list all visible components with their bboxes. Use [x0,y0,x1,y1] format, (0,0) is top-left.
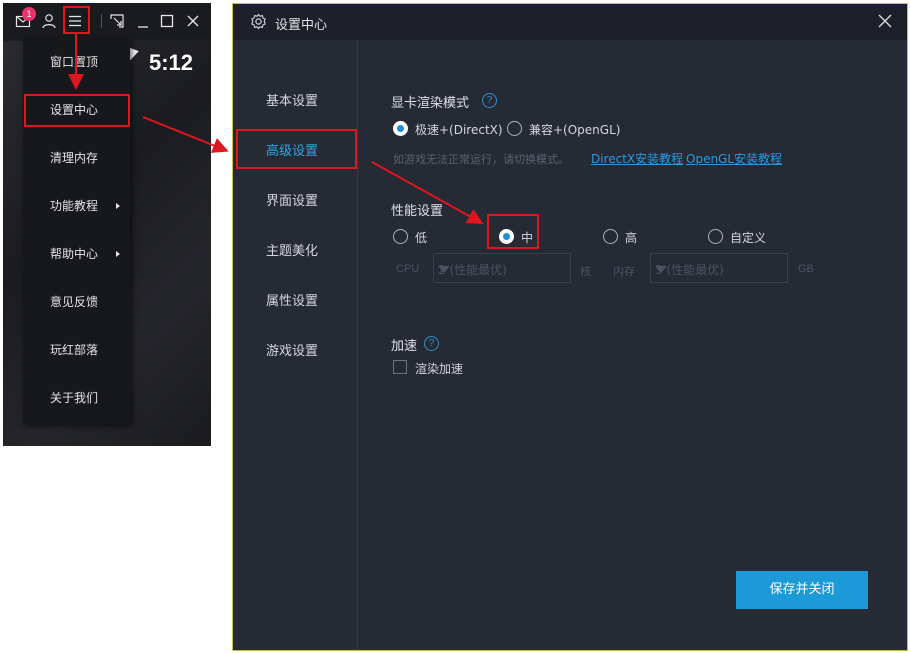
render-mode-title: 显卡渲染模式 [391,96,470,111]
sidebar-item-properties[interactable]: 属性设置 [233,282,358,322]
dialog-close-icon[interactable] [877,13,893,29]
sidebar-item-label: 主题美化 [266,244,319,259]
close-icon[interactable] [185,13,201,29]
highlight-settings-center [24,94,130,127]
radio-perf-low[interactable] [393,229,408,244]
menu-item-label: 关于我们 [50,391,99,405]
emulator-toolbar: 1 [3,3,211,39]
render-acceleration-checkbox[interactable] [393,360,407,374]
radio-perf-low-label: 低 [415,231,428,245]
radio-opengl-label: 兼容+(OpenGL) [529,123,621,137]
menu-item-community[interactable]: 玩红部落 [23,326,130,374]
memory-unit: GB [798,263,814,275]
menu-item-label: 清理内存 [50,151,99,165]
save-and-close-button[interactable]: 保存并关闭 [736,571,868,609]
radio-perf-custom[interactable] [708,229,723,244]
sidebar-item-basic[interactable]: 基本设置 [233,82,358,122]
cpu-label: CPU [396,263,420,275]
memory-select[interactable]: 3 (性能最优) [650,253,788,283]
radio-perf-custom-label: 自定义 [730,231,767,245]
highlight-menu-button [63,6,90,34]
radio-perf-high-label: 高 [625,231,638,245]
render-mode-hint: 如游戏无法正常运行，请切换模式。 [393,153,569,166]
chevron-down-icon [655,266,667,273]
menu-item-label: 意见反馈 [50,295,99,309]
sidebar-item-label: 游戏设置 [266,344,319,359]
clock: 5:12 [149,50,194,75]
menu-item-about-us[interactable]: 关于我们 [23,374,130,422]
acceleration-title: 加速 [391,339,418,354]
opengl-tutorial-link[interactable]: OpenGL安装教程 [686,150,782,167]
menu-item-help-center[interactable]: 帮助中心 [23,230,130,278]
highlight-advanced-settings [236,129,357,169]
menu-item-tutorials[interactable]: 功能教程 [23,182,130,230]
directx-tutorial-link[interactable]: DirectX安装教程 [591,150,683,167]
sidebar-item-label: 基本设置 [266,94,319,109]
highlight-medium-option [487,214,539,249]
radio-opengl[interactable] [507,121,522,136]
menu-item-feedback[interactable]: 意见反馈 [23,278,130,326]
submenu-arrow-icon [116,203,120,209]
menu-item-label: 玩红部落 [50,343,99,357]
menu-item-label: 功能教程 [50,199,99,213]
chevron-down-icon [438,266,450,273]
sidebar-item-label: 界面设置 [266,194,319,209]
toolbar-divider [101,14,102,28]
sidebar-item-interface[interactable]: 界面设置 [233,182,358,222]
sidebar-item-theme[interactable]: 主题美化 [233,232,358,272]
maximize-icon[interactable] [159,13,175,29]
settings-content: 显卡渲染模式 ? 极速+(DirectX) 兼容+(OpenGL) 如游戏无法正… [391,40,891,640]
menu-item-label: 帮助中心 [50,247,99,261]
cpu-select[interactable]: 2 (性能最优) [433,253,571,283]
render-acceleration-label: 渲染加速 [415,362,464,376]
mail-badge: 1 [22,7,36,21]
radio-directx[interactable] [393,121,408,136]
settings-dialog: 设置中心 基本设置 高级设置 界面设置 主题美化 属性设置 游戏设置 显卡渲染模… [232,3,908,651]
menu-item-clean-memory[interactable]: 清理内存 [23,134,130,182]
user-icon[interactable] [41,13,57,29]
menu-item-pin-window[interactable]: 窗口置顶 [23,38,130,86]
gear-icon [250,13,267,30]
memory-label: 内存 [613,266,635,278]
emulator-window: 5:12 1 窗口置顶 设置中心 清理内存 功能教程 帮助中心 意见反馈 玩红部… [3,3,211,446]
acceleration-help-icon[interactable]: ? [424,336,439,351]
sidebar-item-game[interactable]: 游戏设置 [233,332,358,372]
resize-icon[interactable] [109,13,125,29]
minimize-icon[interactable] [135,13,151,29]
radio-perf-high[interactable] [603,229,618,244]
performance-title: 性能设置 [391,204,444,219]
render-mode-help-icon[interactable]: ? [482,93,497,108]
radio-directx-label: 极速+(DirectX) [415,123,503,137]
submenu-arrow-icon [116,251,120,257]
cpu-unit: 核 [580,266,591,278]
menu-item-label: 窗口置顶 [50,55,99,69]
dialog-title: 设置中心 [275,18,328,33]
dialog-titlebar: 设置中心 [233,4,907,40]
sidebar-item-label: 属性设置 [266,294,319,309]
